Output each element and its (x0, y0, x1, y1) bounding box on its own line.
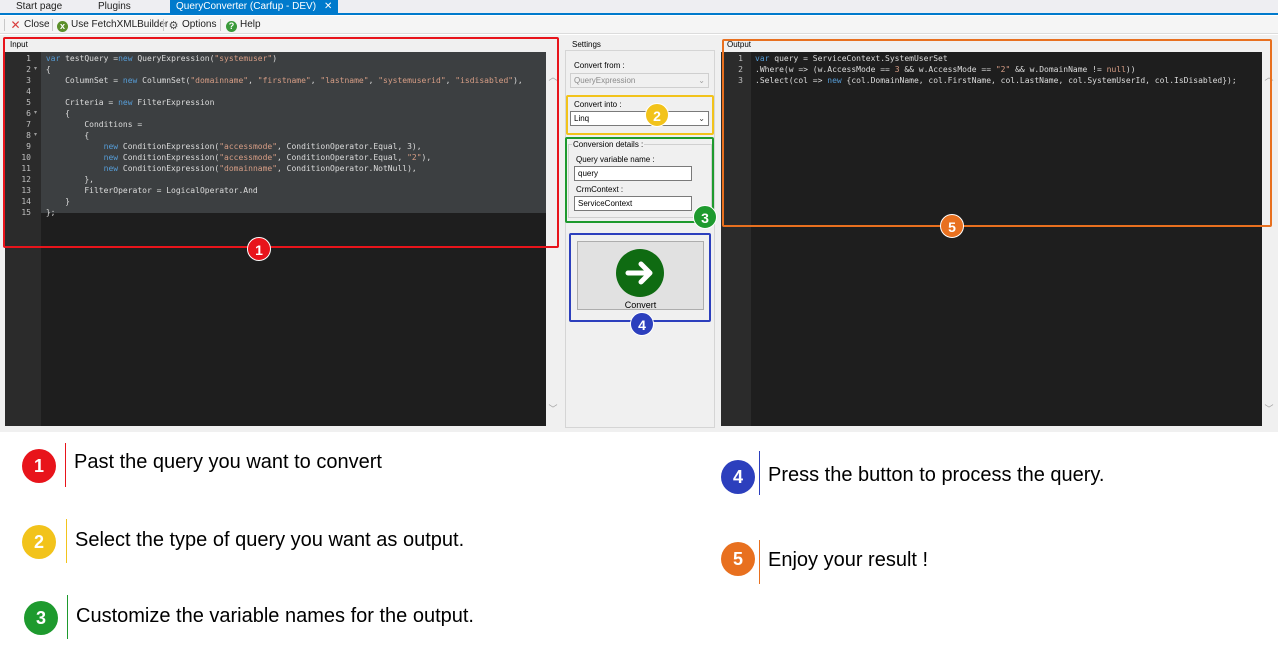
scroll-down-icon[interactable]: ﹀ (546, 402, 560, 416)
annotation-badge-1: 1 (247, 237, 271, 261)
legend-badge-4: 4 (721, 460, 755, 494)
help-label: Help (240, 19, 261, 30)
close-button[interactable]: ✕ Close (10, 18, 50, 32)
convert-from-value: QueryExpression (574, 76, 636, 85)
legend-badge-5: 5 (721, 542, 755, 576)
tab-label: Plugins (98, 1, 131, 12)
toolbar: ✕ Close x Use FetchXMLBuilder ⚙ Options ? He… (0, 16, 1278, 34)
fetchxmlbuilder-icon: x (57, 21, 68, 32)
annotation-box-2 (566, 95, 714, 135)
scroll-down-icon[interactable]: ﹀ (1262, 402, 1276, 416)
legend-text-4: Press the button to process the query. (768, 464, 1105, 486)
legend-text-3: Customize the variable names for the out… (76, 605, 474, 627)
annotation-box-1 (3, 37, 559, 248)
settings-group-label: Settings (570, 40, 603, 49)
convert-from-select: QueryExpression ⌄ (570, 73, 709, 88)
toolbar-grip (4, 19, 5, 31)
close-icon[interactable]: ✕ (324, 1, 332, 12)
annotation-box-4 (569, 233, 711, 322)
legend-badge-2: 2 (22, 525, 56, 559)
legend-text-2: Select the type of query you want as out… (75, 529, 465, 551)
tab-queryconverter[interactable]: QueryConverter (Carfup - DEV) ✕ (170, 0, 339, 14)
convert-from-label: Convert from : (574, 61, 625, 70)
toolbar-separator (52, 19, 53, 31)
tab-start-page[interactable]: Start page (10, 0, 68, 14)
chevron-down-icon: ⌄ (698, 76, 705, 85)
tab-plugins[interactable]: Plugins (92, 0, 137, 14)
annotation-badge-3: 3 (693, 205, 717, 229)
annotation-box-3 (565, 137, 714, 223)
options-button[interactable]: ⚙ Options (168, 18, 217, 32)
legend-text-1: Past the query you want to convert (74, 451, 382, 473)
legend-badge-1: 1 (22, 449, 56, 483)
tab-bar: Start page Plugins QueryConverter (Carfu… (0, 0, 1278, 15)
legend-text-5: Enjoy your result ! (768, 549, 929, 571)
help-button[interactable]: ? Help (226, 18, 261, 32)
gear-icon: ⚙ (168, 20, 179, 32)
legend-divider (66, 519, 67, 563)
tab-label: QueryConverter (Carfup - DEV) (176, 1, 317, 12)
annotation-badge-2: 2 (645, 103, 669, 127)
legend-divider (759, 540, 760, 584)
legend-badge-3: 3 (24, 601, 58, 635)
options-label: Options (182, 19, 217, 30)
close-label: Close (24, 19, 50, 30)
toolbar-separator (163, 19, 164, 31)
legend-divider (65, 443, 66, 487)
annotation-box-5 (722, 39, 1272, 227)
legend-divider (759, 451, 760, 495)
close-icon: ✕ (10, 18, 21, 32)
annotation-badge-4: 4 (630, 312, 654, 336)
legend-divider (67, 595, 68, 639)
help-icon: ? (226, 21, 237, 32)
annotation-badge-5: 5 (940, 214, 964, 238)
tab-label: Start page (16, 1, 63, 12)
fetchxml-label: Use FetchXMLBuilder (71, 19, 169, 30)
toolbar-separator (220, 19, 221, 31)
use-fetchxmlbuilder-button[interactable]: x Use FetchXMLBuilder (57, 18, 168, 32)
